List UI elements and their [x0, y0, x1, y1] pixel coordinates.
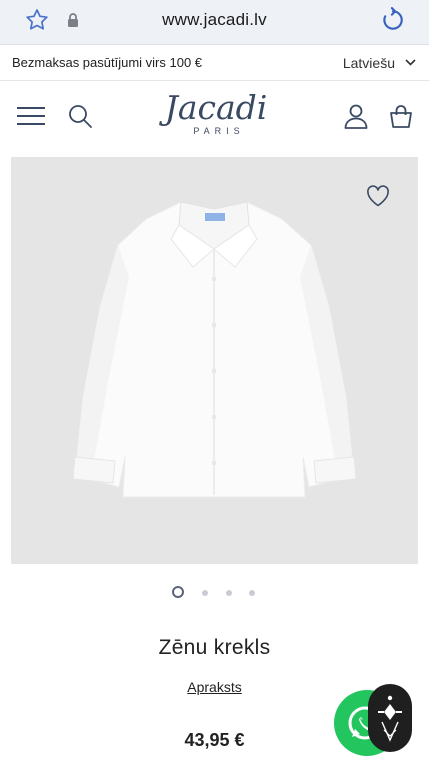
shirt-image: [72, 201, 357, 498]
account-icon[interactable]: [343, 103, 369, 129]
product-image[interactable]: [11, 157, 418, 564]
jacadi-logo[interactable]: Jacadi PARIS: [158, 91, 274, 141]
promo-text: Bezmaksas pasūtījumi virs 100 €: [12, 55, 203, 70]
menu-icon[interactable]: [16, 105, 46, 127]
language-selector[interactable]: Latviešu: [343, 55, 395, 71]
promo-bar: Bezmaksas pasūtījumi virs 100 € Latviešu: [0, 45, 429, 81]
chevron-down-icon[interactable]: [405, 58, 416, 67]
carousel-dot-2[interactable]: [202, 590, 208, 596]
carousel-dots: [172, 586, 262, 600]
logo-subtitle: PARIS: [193, 126, 245, 136]
wishlist-heart-icon[interactable]: [366, 185, 390, 207]
accessibility-widget-button[interactable]: [368, 684, 412, 752]
product-title: Zēnu krekls: [158, 636, 271, 659]
carousel-dot-4[interactable]: [249, 590, 255, 596]
carousel-dot-3[interactable]: [226, 590, 232, 596]
widget-logo-icon: [378, 695, 402, 742]
reload-icon[interactable]: [380, 7, 406, 33]
search-icon[interactable]: [67, 103, 93, 129]
browser-toolbar: www.jacadi.lv: [0, 0, 429, 45]
site-header: Jacadi PARIS: [0, 81, 429, 153]
url-text[interactable]: www.jacadi.lv: [0, 10, 429, 30]
bag-icon[interactable]: [388, 103, 414, 129]
logo-word: Jacadi: [164, 88, 268, 127]
carousel-dot-1[interactable]: [172, 586, 184, 598]
